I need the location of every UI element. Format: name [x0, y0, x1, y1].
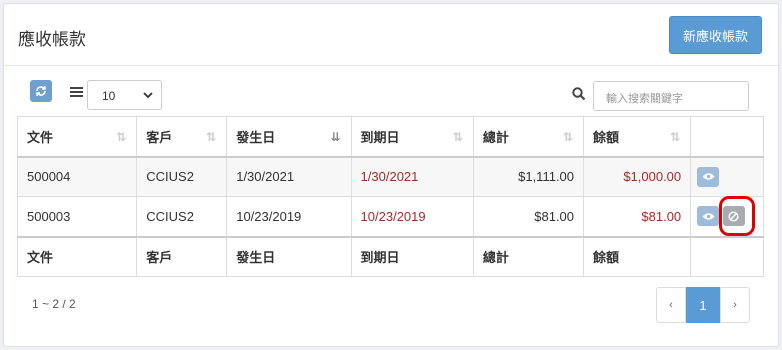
- panel-header: 應收帳款 新應收帳款: [4, 4, 778, 66]
- next-page-button[interactable]: ›: [720, 287, 750, 323]
- view-button[interactable]: [697, 206, 720, 227]
- receivables-table: 文件 ⇅ 客戶 ⇅ 發生日 ⇊ 到期日 ⇅ 總計 ⇅ 餘額 ⇅ 500004 CCIUS2 …: [16, 116, 764, 277]
- sort-icon: ⇅: [562, 130, 574, 144]
- cell-due-date: 10/23/2019: [350, 196, 474, 237]
- column-header-customer[interactable]: 客戶 ⇅: [136, 116, 228, 158]
- cell-total: $81.00: [472, 196, 585, 237]
- cell-balance: $81.00: [583, 196, 692, 237]
- table-footer-row: 文件 客戶 發生日 到期日 總計 餘額: [16, 235, 764, 277]
- cell-total: $1,111.00: [472, 156, 585, 197]
- table-row: 500004 CCIUS2 1/30/2021 1/30/2021 $1,111…: [16, 156, 764, 197]
- pagination-info: 1 ~ 2 / 2: [32, 297, 76, 311]
- eye-icon: [702, 173, 715, 180]
- column-header-due-date[interactable]: 到期日 ⇅: [350, 116, 474, 158]
- view-button[interactable]: [697, 166, 720, 187]
- chevron-down-icon: [143, 92, 153, 99]
- cell-balance: $1,000.00: [583, 156, 692, 197]
- highlight-annotation: [719, 196, 755, 236]
- page-size-value: 10: [102, 89, 116, 103]
- column-header-issue-date[interactable]: 發生日 ⇊: [226, 116, 352, 158]
- search-input[interactable]: 輸入搜索關鍵字: [593, 81, 749, 111]
- column-header-actions: [690, 116, 764, 158]
- footer-balance: 餘額: [583, 235, 692, 277]
- footer-issue-date: 發生日: [226, 235, 352, 277]
- column-header-document[interactable]: 文件 ⇅: [16, 116, 138, 158]
- table-header-row: 文件 ⇅ 客戶 ⇅ 發生日 ⇊ 到期日 ⇅ 總計 ⇅ 餘額 ⇅: [16, 116, 764, 158]
- cell-customer: CCIUS2: [136, 156, 228, 197]
- refresh-button[interactable]: [30, 80, 52, 102]
- footer-document: 文件: [16, 235, 138, 277]
- page-button[interactable]: 1: [686, 287, 720, 323]
- new-receivable-button[interactable]: 新應收帳款: [669, 16, 762, 54]
- sort-desc-icon: ⇊: [330, 130, 341, 144]
- footer-total: 總計: [472, 235, 585, 277]
- sort-icon: ⇅: [452, 130, 463, 144]
- cell-issue-date: 10/23/2019: [226, 196, 352, 237]
- column-header-total[interactable]: 總計 ⇅: [472, 116, 585, 158]
- sort-icon: ⇅: [206, 130, 217, 144]
- pagination: ‹ 1 ›: [656, 287, 750, 323]
- footer-due-date: 到期日: [350, 235, 474, 277]
- list-icon: [70, 87, 83, 98]
- cell-issue-date: 1/30/2021: [226, 156, 352, 197]
- sort-icon: ⇅: [670, 130, 681, 144]
- cell-document: 500003: [16, 196, 138, 237]
- footer-actions: [690, 235, 764, 277]
- sort-icon: ⇅: [116, 130, 127, 144]
- prev-page-button[interactable]: ‹: [656, 287, 686, 323]
- refresh-icon: [36, 86, 46, 96]
- column-header-balance[interactable]: 餘額 ⇅: [583, 116, 692, 158]
- search-icon: [572, 87, 586, 101]
- cell-customer: CCIUS2: [136, 196, 228, 237]
- page-title: 應收帳款: [18, 30, 86, 50]
- cell-actions: [690, 156, 764, 197]
- footer-customer: 客戶: [136, 235, 228, 277]
- page-size-select[interactable]: 10: [87, 80, 162, 110]
- table-row: 500003 CCIUS2 10/23/2019 10/23/2019 $81.…: [16, 196, 764, 237]
- cell-document: 500004: [16, 156, 138, 197]
- eye-icon: [702, 213, 715, 220]
- cell-due-date: 1/30/2021: [350, 156, 474, 197]
